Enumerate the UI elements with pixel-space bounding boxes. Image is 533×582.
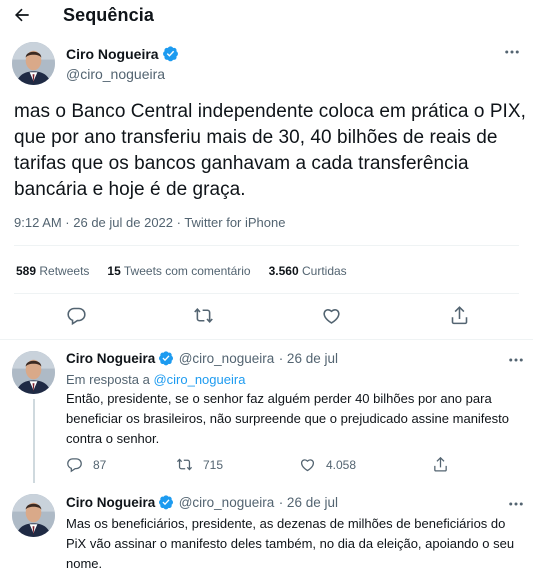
heart-icon	[322, 308, 340, 324]
author-name[interactable]: Ciro Nogueira	[66, 351, 155, 366]
tweet-text: Mas os beneficiários, presidente, as dez…	[66, 516, 515, 571]
like-count: 4.058	[326, 457, 357, 472]
like-button[interactable]: 4.058	[299, 456, 356, 473]
comment-icon	[67, 458, 82, 473]
page-title: Sequência	[63, 5, 154, 25]
tweet-date[interactable]: · 26 de jul	[279, 495, 338, 510]
share-button[interactable]	[447, 303, 471, 327]
divider	[14, 245, 519, 246]
tweet-date[interactable]: · 26 de jul	[279, 351, 338, 366]
more-button[interactable]	[500, 42, 524, 62]
divider	[14, 293, 519, 294]
comment-icon	[66, 307, 86, 325]
reply-header: Ciro Nogueira @ciro_nogueira · 26 de jul	[66, 494, 338, 512]
likes-stat[interactable]: 3.560 Curtidas	[269, 264, 347, 278]
reply-count: 87	[93, 457, 107, 472]
retweet-button[interactable]: 715	[176, 456, 223, 473]
thread-connector	[33, 399, 35, 483]
more-horizontal-icon	[509, 358, 523, 362]
avatar[interactable]	[12, 42, 55, 85]
retweet-icon	[193, 307, 213, 323]
share-icon	[434, 456, 447, 472]
tweet-stats: 589 Retweets 15 Tweets com comentário 3.…	[16, 264, 347, 278]
reply-button[interactable]	[64, 303, 88, 327]
more-horizontal-icon	[505, 50, 519, 54]
reply-context: Em resposta a @ciro_nogueira	[66, 372, 246, 387]
reply-button[interactable]: 87	[66, 456, 106, 473]
back-button[interactable]	[8, 1, 36, 29]
verified-badge-icon	[159, 495, 174, 510]
more-button[interactable]	[504, 494, 528, 514]
author-name[interactable]: Ciro Nogueira	[66, 495, 155, 510]
avatar-image	[12, 42, 55, 85]
like-button[interactable]	[319, 303, 343, 327]
author-name: Ciro Nogueira	[66, 46, 159, 62]
more-horizontal-icon	[509, 502, 523, 506]
heart-icon	[300, 459, 315, 472]
divider	[0, 339, 533, 340]
tweet-author[interactable]: Ciro Nogueira @ciro_nogueira	[66, 45, 179, 83]
more-button[interactable]	[504, 350, 528, 370]
avatar[interactable]	[12, 351, 55, 394]
tweet-text: mas o Banco Central independente coloca …	[14, 101, 526, 200]
avatar[interactable]	[12, 494, 55, 537]
share-button[interactable]	[432, 456, 449, 473]
retweet-icon	[176, 458, 193, 471]
author-handle[interactable]: @ciro_nogueira	[179, 351, 275, 366]
reply-actions: 87 715 4.058	[66, 456, 506, 474]
verified-badge-icon	[159, 351, 174, 366]
arrow-left-icon	[15, 8, 29, 22]
author-handle: @ciro_nogueira	[66, 66, 166, 82]
retweet-count: 715	[203, 457, 224, 472]
tweet-text: Então, presidente, se o senhor faz algué…	[66, 391, 509, 446]
mention-link[interactable]: @ciro_nogueira	[153, 372, 245, 387]
tweet-meta: 9:12 AM · 26 de jul de 2022 · Twitter fo…	[14, 215, 286, 230]
quote-tweets-stat[interactable]: 15 Tweets com comentário	[107, 264, 250, 278]
retweets-stat[interactable]: 589 Retweets	[16, 264, 89, 278]
share-icon	[451, 305, 467, 324]
author-handle[interactable]: @ciro_nogueira	[179, 495, 275, 510]
verified-badge-icon	[162, 46, 178, 62]
tweet-actions	[0, 303, 533, 331]
retweet-button[interactable]	[191, 303, 215, 327]
reply-header: Ciro Nogueira @ciro_nogueira · 26 de jul	[66, 350, 338, 368]
avatar-image	[12, 351, 55, 394]
top-bar: Sequência	[0, 0, 533, 32]
avatar-image	[12, 494, 55, 537]
